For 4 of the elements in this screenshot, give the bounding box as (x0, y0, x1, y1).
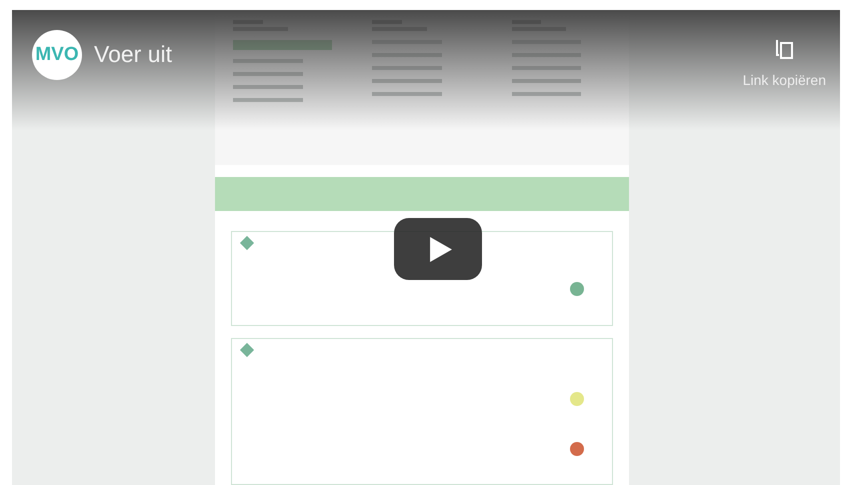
play-button[interactable] (394, 218, 482, 280)
copy-link-button[interactable]: Link kopiëren (742, 30, 826, 94)
video-title[interactable]: Voer uit (94, 41, 172, 68)
play-icon (430, 236, 452, 262)
